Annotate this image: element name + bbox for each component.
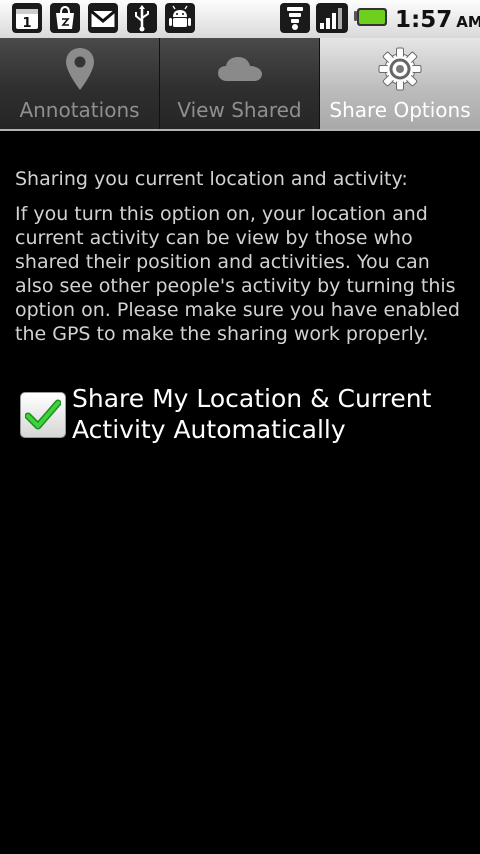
share-location-label: Share My Location & Current Activity Aut…	[72, 384, 432, 444]
share-location-checkbox[interactable]	[20, 392, 66, 438]
tab-share-options[interactable]: Share Options	[320, 38, 480, 130]
tab-annotations[interactable]: Annotations	[0, 38, 160, 130]
checkmark-icon	[25, 399, 61, 430]
tab-annotations-label: Annotations	[19, 98, 140, 122]
gear-icon	[320, 46, 480, 92]
tab-share-options-label: Share Options	[329, 98, 471, 122]
sharing-heading: Sharing you current location and activit…	[15, 168, 408, 190]
signal-icon	[316, 3, 348, 33]
usb-icon	[127, 3, 157, 33]
status-clock: 1:57 AM	[395, 5, 480, 35]
calendar-icon: 1	[12, 3, 42, 33]
tab-underline	[0, 129, 480, 131]
svg-text:1: 1	[22, 16, 31, 31]
clock-time: 1:57	[395, 7, 453, 33]
share-options-panel: Sharing you current location and activit…	[15, 166, 465, 346]
tab-view-shared[interactable]: View Shared	[160, 38, 320, 130]
cloud-icon	[160, 46, 319, 92]
status-bar: 1 1:57 AM	[0, 0, 480, 38]
market-icon	[50, 3, 80, 33]
wifi-icon	[280, 3, 310, 33]
tab-bar: Annotations View Shared Share Options	[0, 38, 480, 130]
gmail-icon	[88, 3, 118, 33]
battery-icon	[354, 7, 388, 29]
share-location-option[interactable]: Share My Location & Current Activity Aut…	[20, 383, 470, 445]
tab-view-shared-label: View Shared	[177, 98, 302, 122]
clock-ampm: AM	[456, 13, 480, 31]
sharing-description: If you turn this option on, your locatio…	[15, 203, 460, 345]
map-pin-icon	[0, 46, 159, 92]
android-debug-icon	[165, 3, 195, 33]
